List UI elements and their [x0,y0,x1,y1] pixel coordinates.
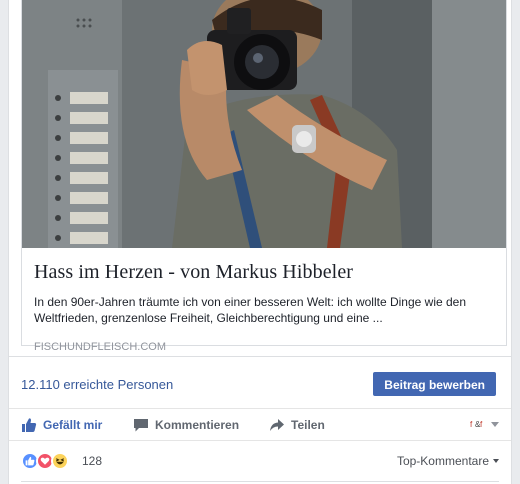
photo-thumbnail-image [22,0,506,248]
share-button[interactable]: Teilen [269,416,325,434]
like-button[interactable]: Gefällt mir [21,416,102,434]
haha-icon [51,452,69,470]
reaction-count[interactable]: 128 [82,454,102,468]
action-bar: Gefällt mir Kommentieren Teilen f & f [9,408,511,441]
attachment-photo[interactable] [22,0,506,248]
comment-sort-dropdown[interactable]: Top-Kommentare [397,454,499,468]
comment-icon [134,419,148,432]
attachment-title[interactable]: Hass im Herzen - von Markus Hibbeler [34,260,494,284]
comment-label: Kommentieren [155,418,240,432]
like-label: Gefällt mir [43,418,103,432]
thumbs-up-icon [22,418,37,432]
comment-sort-label: Top-Kommentare [396,454,489,468]
reach-row: 12.110 erreichte Personen Beitrag bewerb… [9,356,511,408]
reactions-row: 128 Top-Kommentare [9,442,511,482]
share-arrow-icon [270,419,284,431]
page-identity-switcher[interactable]: f & f [469,418,499,430]
chevron-down-icon [491,421,499,427]
attachment-body[interactable]: Hass im Herzen - von Markus Hibbeler In … [22,248,506,353]
reach-count-link[interactable]: 12.110 erreichte Personen [21,377,173,392]
post-card: Hass im Herzen - von Markus Hibbeler In … [8,0,512,484]
comment-button[interactable]: Kommentieren [133,416,239,434]
divider [21,481,499,482]
attachment-domain: FISCHUNDFLEISCH.COM [34,341,167,353]
link-attachment[interactable]: Hass im Herzen - von Markus Hibbeler In … [21,0,507,353]
boost-post-button[interactable]: Beitrag bewerben [373,372,496,396]
attachment-description: In den 90er-Jahren träumte ich von einer… [34,295,467,325]
caret-down-icon [493,459,499,463]
share-label: Teilen [291,418,325,432]
reaction-icons[interactable] [21,452,69,470]
page-avatar-icon: f & f [469,419,485,429]
